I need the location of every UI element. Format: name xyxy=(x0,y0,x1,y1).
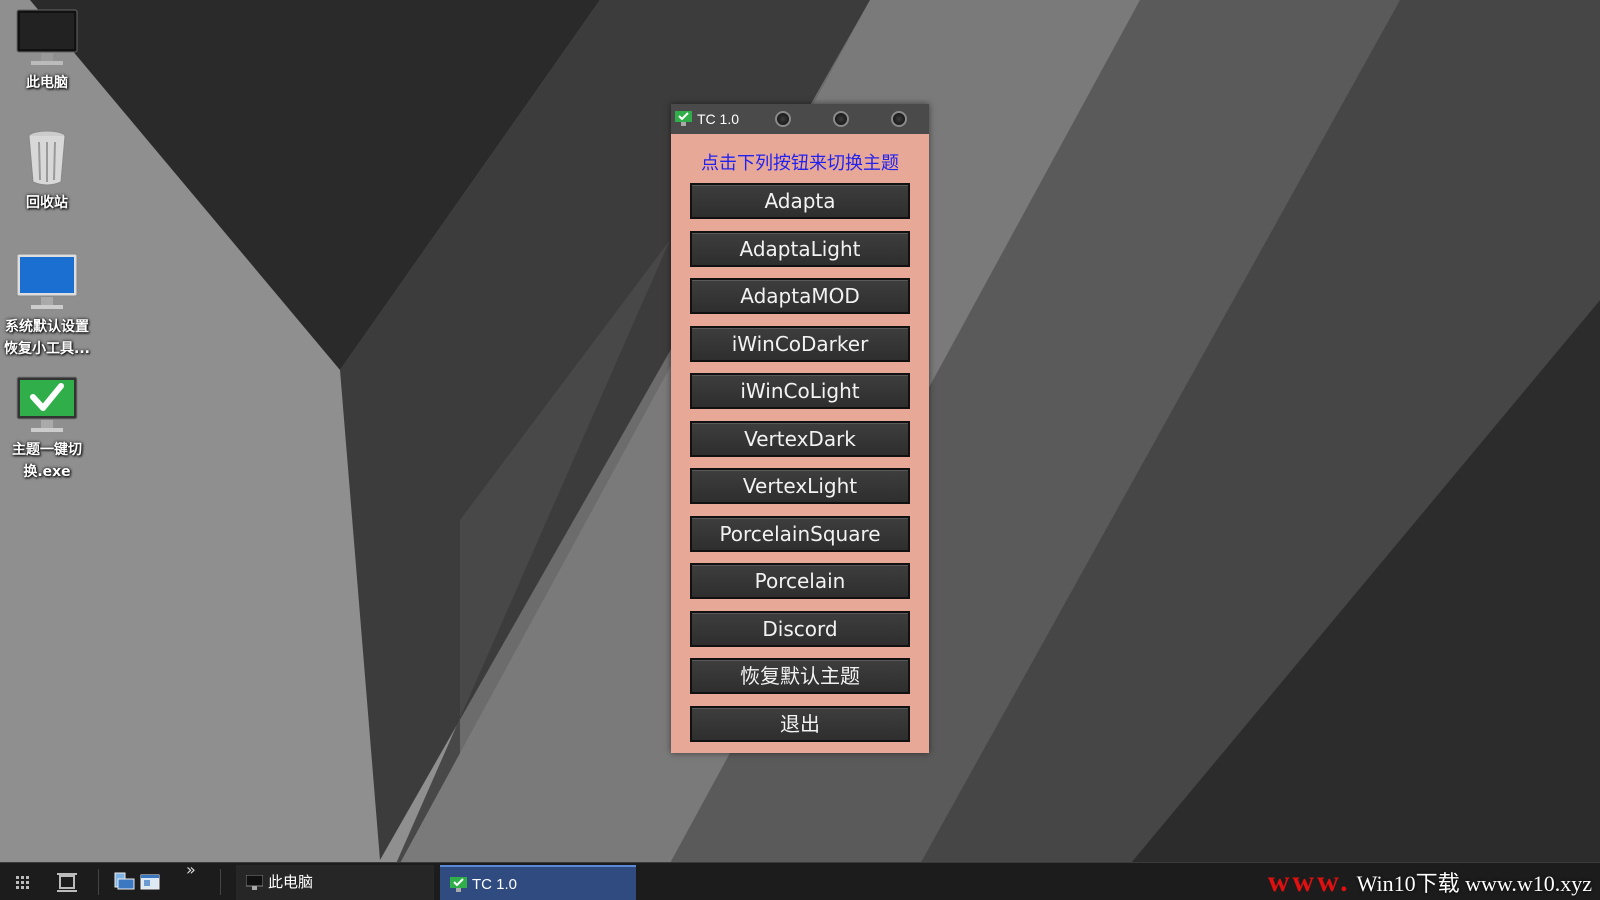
theme-button-iwincolight[interactable]: iWinCoLight xyxy=(690,373,910,409)
taskbar-separator xyxy=(220,869,221,895)
desktop-icon-label: 回收站 xyxy=(26,195,68,211)
taskbar-separator xyxy=(98,869,99,895)
task-view-button[interactable] xyxy=(52,863,82,900)
theme-button-vertexdark[interactable]: VertexDark xyxy=(690,421,910,457)
theme-button-adapta[interactable]: Adapta xyxy=(690,183,910,219)
theme-button-discord[interactable]: Discord xyxy=(690,611,910,647)
taskbar-task-label: TC 1.0 xyxy=(472,876,518,893)
monitor-blue-icon xyxy=(16,253,78,309)
desktop: 此电脑 回收站 系统默认设置恢复小工具... 主题一键切换.exe TC 1.0… xyxy=(0,0,1600,900)
start-button[interactable] xyxy=(8,863,38,900)
desktop-icon-label: 系统默认设置恢复小工具... xyxy=(4,319,90,357)
quicklaunch-explorer[interactable] xyxy=(112,863,136,900)
task-view-icon xyxy=(57,873,77,892)
quicklaunch-window[interactable] xyxy=(138,863,162,900)
desktop-icon-label: 此电脑 xyxy=(26,75,68,91)
desktop-icon-restore-tool[interactable]: 系统默认设置恢复小工具... xyxy=(0,252,94,360)
watermark: www. Win10下载 www.w10.xyz xyxy=(1268,867,1592,900)
tc-window: TC 1.0 点击下列按钮来切换主题 Adapta AdaptaLight Ad… xyxy=(671,104,929,753)
window-heading: 点击下列按钮来切换主题 xyxy=(701,153,899,174)
theme-button-porcelain[interactable]: Porcelain xyxy=(690,563,910,599)
watermark-www: www. xyxy=(1267,865,1351,898)
desktop-icon-theme-switcher[interactable]: 主题一键切换.exe xyxy=(0,375,94,483)
monitor-dark-icon xyxy=(246,875,263,890)
monitor-dark-icon xyxy=(16,9,78,65)
recycle-bin-icon xyxy=(28,130,66,186)
desktop-icon-label: 主题一键切换.exe xyxy=(12,442,82,480)
theme-button-vertexlight[interactable]: VertexLight xyxy=(690,468,910,504)
exit-button[interactable]: 退出 xyxy=(690,706,910,742)
theme-button-adaptalight[interactable]: AdaptaLight xyxy=(690,231,910,267)
desktop-icon-recycle-bin[interactable]: 回收站 xyxy=(0,128,94,214)
taskbar-task-tc[interactable]: TC 1.0 xyxy=(440,865,636,900)
monitor-checkmark-icon xyxy=(16,376,78,432)
window-app-icon xyxy=(140,874,160,890)
window-title: TC 1.0 xyxy=(697,111,740,127)
file-explorer-icon xyxy=(114,872,135,890)
theme-button-porcelainsquare[interactable]: PorcelainSquare xyxy=(690,516,910,552)
theme-button-iwincodarker[interactable]: iWinCoDarker xyxy=(690,326,910,362)
app-grid-icon xyxy=(16,876,29,889)
monitor-checkmark-icon xyxy=(450,877,467,892)
restore-default-theme-button[interactable]: 恢复默认主题 xyxy=(690,658,910,694)
desktop-icon-this-pc[interactable]: 此电脑 xyxy=(0,8,94,94)
maximize-button[interactable] xyxy=(833,111,849,127)
monitor-checkmark-icon xyxy=(675,111,692,126)
theme-button-adaptamod[interactable]: AdaptaMOD xyxy=(690,278,910,314)
chevron-double-right-icon: » xyxy=(186,860,196,879)
quicklaunch-overflow-button[interactable]: » xyxy=(186,855,206,893)
watermark-text: Win10下载 www.w10.xyz xyxy=(1356,871,1592,896)
window-titlebar[interactable]: TC 1.0 xyxy=(671,104,929,134)
taskbar: » 此电脑 TC 1.0 www. Win10下载 www.w10.xyz xyxy=(0,860,1600,900)
taskbar-task-label: 此电脑 xyxy=(268,874,314,891)
minimize-button[interactable] xyxy=(775,111,791,127)
taskbar-task-this-pc[interactable]: 此电脑 xyxy=(236,865,434,900)
close-button[interactable] xyxy=(891,111,907,127)
